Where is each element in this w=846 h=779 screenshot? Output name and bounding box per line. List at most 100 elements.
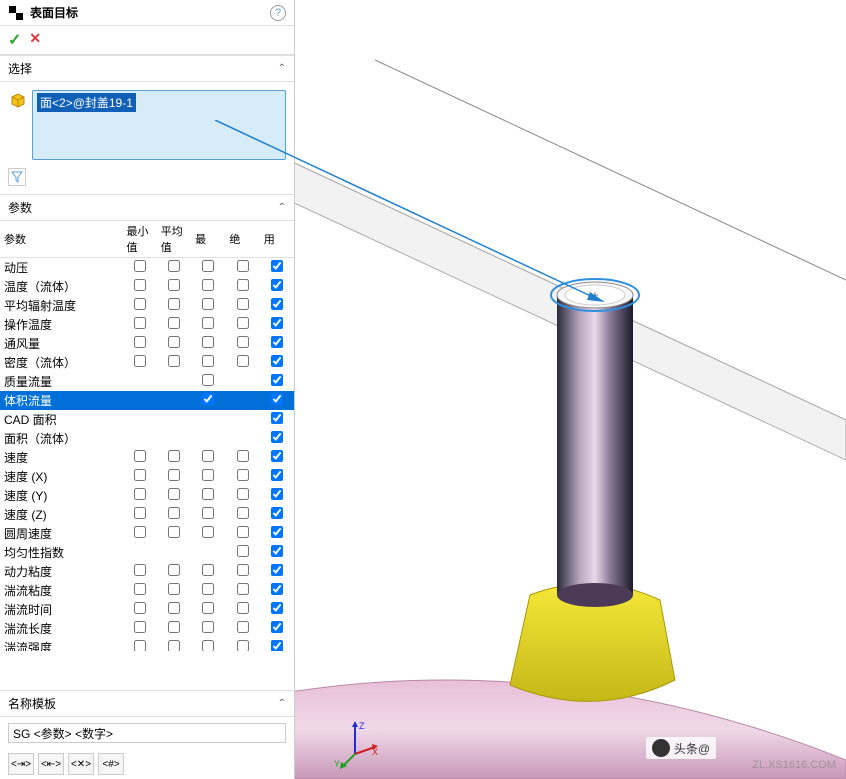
checkbox-min[interactable] [134,526,146,538]
filter-icon[interactable] [8,168,26,186]
checkbox-min[interactable] [134,298,146,310]
checkbox-use[interactable] [271,260,283,272]
checkbox-max[interactable] [202,621,214,633]
param-row[interactable]: 湍流粘度 [0,581,294,600]
param-row[interactable]: 速度 (X) [0,467,294,486]
checkbox-use[interactable] [271,317,283,329]
checkbox-max[interactable] [202,450,214,462]
checkbox-abs[interactable] [237,450,249,462]
param-row[interactable]: 通风量 [0,334,294,353]
checkbox-min[interactable] [134,336,146,348]
param-row[interactable]: 速度 (Z) [0,505,294,524]
checkbox-avg[interactable] [168,355,180,367]
checkbox-max[interactable] [202,336,214,348]
checkbox-max[interactable] [202,526,214,538]
checkbox-min[interactable] [134,564,146,576]
checkbox-use[interactable] [271,279,283,291]
param-row[interactable]: 湍流时间 [0,600,294,619]
checkbox-use[interactable] [271,526,283,538]
checkbox-avg[interactable] [168,298,180,310]
checkbox-avg[interactable] [168,602,180,614]
checkbox-abs[interactable] [237,545,249,557]
template-section-header[interactable]: 名称模板 ⌃ [0,690,294,717]
checkbox-use[interactable] [271,488,283,500]
checkbox-abs[interactable] [237,640,249,651]
checkbox-abs[interactable] [237,298,249,310]
param-row[interactable]: 操作温度 [0,315,294,334]
param-row[interactable]: 均匀性指数 [0,543,294,562]
checkbox-min[interactable] [134,507,146,519]
param-row[interactable]: 速度 (Y) [0,486,294,505]
params-section-header[interactable]: 参数 ⌃ [0,194,294,221]
checkbox-use[interactable] [271,564,283,576]
checkbox-abs[interactable] [237,355,249,367]
checkbox-max[interactable] [202,469,214,481]
checkbox-abs[interactable] [237,564,249,576]
checkbox-max[interactable] [202,507,214,519]
checkbox-max[interactable] [202,279,214,291]
checkbox-abs[interactable] [237,602,249,614]
axis-gizmo[interactable]: Z X Y [330,719,380,769]
checkbox-avg[interactable] [168,279,180,291]
checkbox-min[interactable] [134,450,146,462]
checkbox-min[interactable] [134,640,146,651]
checkbox-max[interactable] [202,640,214,651]
param-row[interactable]: 平均辐射温度 [0,296,294,315]
checkbox-avg[interactable] [168,621,180,633]
checkbox-min[interactable] [134,488,146,500]
param-row[interactable]: 温度（流体） [0,277,294,296]
checkbox-abs[interactable] [237,507,249,519]
template-btn-4[interactable]: <#> [98,753,124,775]
checkbox-use[interactable] [271,583,283,595]
checkbox-avg[interactable] [168,564,180,576]
checkbox-use[interactable] [271,507,283,519]
3d-viewport[interactable]: + [295,0,846,779]
params-scroll[interactable]: 参数 最小值 平均值 最 绝 用 动压温度（流体）平均辐射温度操作温度通风量密度… [0,221,294,651]
checkbox-use[interactable] [271,431,283,443]
param-row[interactable]: 动压 [0,258,294,278]
template-input[interactable] [8,723,286,743]
checkbox-max[interactable] [202,355,214,367]
checkbox-abs[interactable] [237,488,249,500]
checkbox-use[interactable] [271,640,283,651]
checkbox-min[interactable] [134,583,146,595]
checkbox-abs[interactable] [237,279,249,291]
checkbox-abs[interactable] [237,526,249,538]
checkbox-max[interactable] [202,317,214,329]
checkbox-min[interactable] [134,355,146,367]
col-abs[interactable]: 绝 [225,221,259,258]
checkbox-avg[interactable] [168,526,180,538]
checkbox-min[interactable] [134,260,146,272]
checkbox-min[interactable] [134,317,146,329]
checkbox-max[interactable] [202,393,214,405]
param-row[interactable]: 密度（流体） [0,353,294,372]
checkbox-use[interactable] [271,355,283,367]
param-row[interactable]: 圆周速度 [0,524,294,543]
checkbox-avg[interactable] [168,488,180,500]
checkbox-max[interactable] [202,583,214,595]
checkbox-abs[interactable] [237,336,249,348]
col-min[interactable]: 最小值 [123,221,157,258]
checkbox-use[interactable] [271,621,283,633]
selection-section-header[interactable]: 选择 ⌃ [0,55,294,82]
template-btn-1[interactable]: <⇥> [8,753,34,775]
param-row[interactable]: 面积（流体） [0,429,294,448]
checkbox-use[interactable] [271,450,283,462]
selection-list[interactable]: 面<2>@封盖19-1 [32,90,286,160]
param-row[interactable]: 湍流长度 [0,619,294,638]
template-btn-2[interactable]: <⇤> [38,753,64,775]
cancel-button[interactable]: ✕ [29,30,41,50]
col-use[interactable]: 用 [260,221,294,258]
checkbox-max[interactable] [202,260,214,272]
checkbox-avg[interactable] [168,450,180,462]
checkbox-min[interactable] [134,602,146,614]
col-avg[interactable]: 平均值 [157,221,191,258]
checkbox-min[interactable] [134,621,146,633]
help-icon[interactable]: ? [270,5,286,21]
checkbox-use[interactable] [271,545,283,557]
checkbox-max[interactable] [202,488,214,500]
param-row[interactable]: 质量流量 [0,372,294,391]
checkbox-avg[interactable] [168,336,180,348]
template-btn-3[interactable]: <✕> [68,753,94,775]
selected-face[interactable]: 面<2>@封盖19-1 [37,93,136,112]
